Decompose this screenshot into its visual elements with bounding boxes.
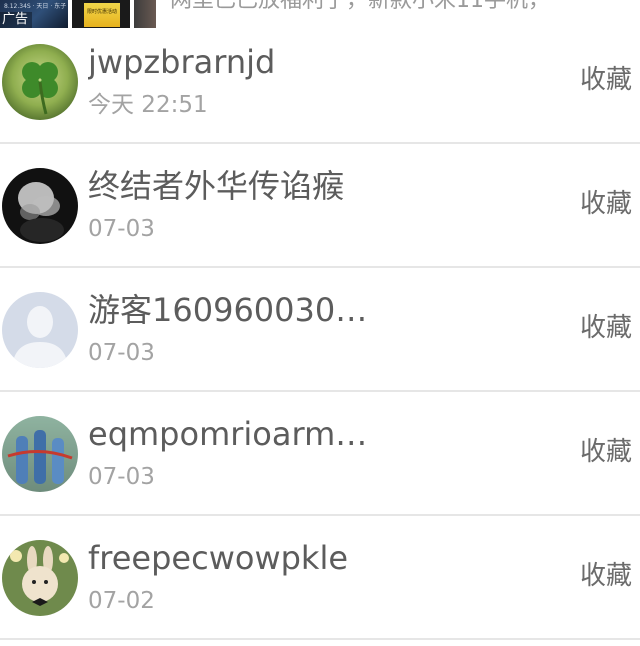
item-title[interactable]: 终结者外华传谄瘊 bbox=[88, 166, 344, 206]
item-date: 今天 22:51 bbox=[88, 92, 208, 118]
collect-button[interactable]: 收藏 bbox=[580, 62, 632, 98]
rabbit-avatar[interactable] bbox=[2, 540, 78, 616]
default-user-avatar[interactable] bbox=[2, 292, 78, 368]
list-item[interactable]: eqmpomrioarm… 07-03 收藏 bbox=[0, 392, 640, 516]
ad-title: 网里已已放福利了，新款小米11手机， bbox=[170, 0, 550, 13]
list-item[interactable]: freepecwowpkle 07-02 收藏 bbox=[0, 516, 640, 640]
collect-button[interactable]: 收藏 bbox=[580, 558, 632, 594]
ad-thumbnail-1-text: 8.12.34S · 天日 · 东子 bbox=[4, 3, 67, 10]
list-item[interactable]: jwpzbrarnjd 今天 22:51 收藏 bbox=[0, 20, 640, 144]
item-date: 07-03 bbox=[88, 340, 155, 366]
item-date: 07-03 bbox=[88, 464, 155, 490]
item-title[interactable]: eqmpomrioarm… bbox=[88, 414, 367, 454]
list-item[interactable]: 游客1609600304… 07-03 收藏 bbox=[0, 268, 640, 392]
ad-thumbnail-2-text: 限时优惠活动 bbox=[87, 9, 118, 15]
item-date: 07-02 bbox=[88, 588, 155, 614]
item-date: 07-03 bbox=[88, 216, 155, 242]
bottles-avatar[interactable] bbox=[2, 416, 78, 492]
collect-button[interactable]: 收藏 bbox=[580, 310, 632, 346]
item-title[interactable]: jwpzbrarnjd bbox=[88, 42, 275, 82]
collect-button[interactable]: 收藏 bbox=[580, 434, 632, 470]
favorites-list: jwpzbrarnjd 今天 22:51 收藏 终结者外华传谄瘊 07-03 收… bbox=[0, 20, 640, 640]
smoke-avatar[interactable] bbox=[2, 168, 78, 244]
item-title[interactable]: 游客1609600304… bbox=[88, 290, 378, 330]
clover-avatar[interactable] bbox=[2, 44, 78, 120]
item-title[interactable]: freepecwowpkle bbox=[88, 538, 348, 578]
collect-button[interactable]: 收藏 bbox=[580, 186, 632, 222]
list-item[interactable]: 终结者外华传谄瘊 07-03 收藏 bbox=[0, 144, 640, 268]
